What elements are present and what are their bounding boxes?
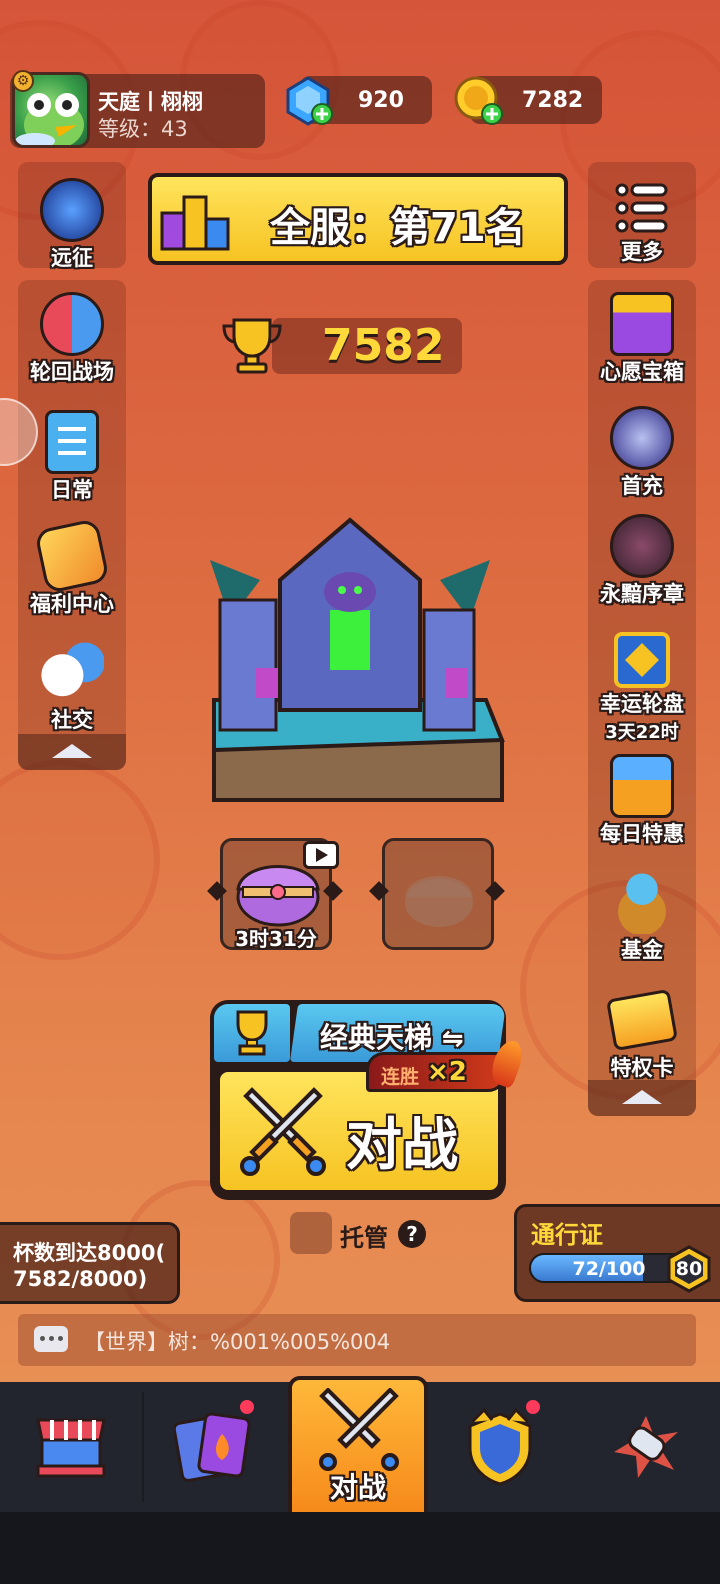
event-icon: [614, 1416, 678, 1478]
battle-faces-icon: [40, 292, 104, 356]
video-ad-icon[interactable]: [303, 841, 339, 869]
cat-mask-icon: [610, 406, 674, 470]
pass-level-value: 80: [675, 1258, 703, 1280]
left-menu-label: 社交: [51, 708, 93, 732]
left-menu-label: 轮回战场: [30, 360, 114, 384]
server-rank-banner[interactable]: 全服：第71名: [148, 173, 568, 265]
task-line-1: 杯数到达8000(: [13, 1241, 166, 1265]
nav-shop[interactable]: [0, 1382, 142, 1512]
nav-battle-label: 对战: [329, 1471, 386, 1504]
cards-notification-dot: [240, 1400, 254, 1414]
battle-pass-panel[interactable]: 通行证 72/100 80: [514, 1204, 720, 1302]
nav-battle[interactable]: 对战: [288, 1376, 428, 1516]
left-menu-welfare[interactable]: 福利中心: [18, 518, 126, 618]
gems-value: 920: [358, 88, 404, 113]
nav-clan[interactable]: [430, 1382, 572, 1512]
trophy-icon: [222, 318, 282, 374]
wish-chest-icon: [610, 292, 674, 356]
level-value: 43: [161, 117, 188, 141]
clan-notification-dot: [526, 1400, 540, 1414]
left-menu-social[interactable]: 社交: [18, 640, 126, 734]
right-menu-privilege[interactable]: 特权卡: [588, 988, 696, 1082]
mode-label: 经典天梯 ⇋: [320, 1016, 464, 1056]
player-name: 天庭丨栩栩: [98, 90, 203, 114]
chest-timer: 3时31分: [235, 927, 317, 951]
gift-fire-icon: [34, 518, 110, 594]
right-menu-more[interactable]: 更多: [588, 180, 696, 266]
chat-faces-icon: [40, 640, 104, 704]
ladder-trophy-tab: [214, 1004, 290, 1062]
player-level: 等级：43: [98, 113, 188, 143]
right-menu-label: 特权卡: [610, 1056, 674, 1080]
boar-icon: [610, 514, 674, 578]
trophy-task-panel[interactable]: 杯数到达8000( 7582/8000): [0, 1222, 180, 1304]
right-menu-label: 更多: [621, 240, 663, 264]
money-bag-icon: [610, 870, 674, 934]
pass-label: 通行证: [531, 1221, 603, 1249]
streak-label: 连胜: [381, 1066, 420, 1088]
right-menu-label: 基金: [621, 938, 663, 962]
left-menu-label: 日常: [51, 478, 93, 502]
task-line-2: 7582/8000): [13, 1267, 148, 1291]
right-menu-label: 首充: [621, 474, 663, 498]
system-nav-strip: [0, 1512, 720, 1584]
level-label: 等级：: [98, 117, 161, 141]
arena-scene[interactable]: [190, 500, 510, 810]
left-menu-label: 福利中心: [30, 592, 114, 616]
nav-cards[interactable]: [144, 1382, 286, 1512]
chest-slot-1[interactable]: 3时31分: [220, 838, 339, 951]
auto-label: 托管: [340, 1224, 388, 1252]
win-streak-badge: 连胜 ×2: [366, 1052, 506, 1092]
left-menu-battlefield[interactable]: 轮回战场: [18, 292, 126, 386]
privilege-card-icon: [605, 988, 679, 1052]
streak-multiplier: ×2: [427, 1057, 467, 1087]
lucky-wheel-timer: 3天22时: [605, 722, 679, 743]
right-menu-label: 幸运轮盘: [600, 692, 684, 716]
clipboard-icon: [45, 410, 99, 474]
chat-bubble-icon: [34, 1326, 68, 1352]
chat-message: 【世界】树：%001%005%004: [84, 1330, 391, 1354]
right-menu-lucky-wheel[interactable]: 幸运轮盘 3天22时: [588, 632, 696, 744]
ladder-trophy-icon: [236, 1010, 268, 1056]
right-menu-wish-chest[interactable]: 心愿宝箱: [588, 292, 696, 386]
gem-plus-icon[interactable]: [282, 74, 334, 126]
daily-gift-icon: [610, 754, 674, 818]
sword-shield-icon: [40, 178, 104, 242]
battle-label: 对战: [346, 1113, 458, 1178]
settings-gear-icon[interactable]: ⚙: [12, 70, 34, 92]
right-menu-daily-deal[interactable]: 每日特惠: [588, 754, 696, 848]
server-rank-text: 全服：第71名: [270, 205, 526, 251]
pass-level-badge: 80: [665, 1245, 713, 1293]
haunted-castle-arena-icon: [210, 517, 505, 802]
right-menu-fund[interactable]: 基金: [588, 870, 696, 964]
auto-checkbox[interactable]: [290, 1212, 332, 1254]
coins-value: 7282: [522, 88, 584, 113]
right-menu-first-charge[interactable]: 首充: [588, 406, 696, 500]
chest-slot-2[interactable]: [382, 838, 494, 950]
right-menu-label: 每日特惠: [600, 822, 684, 846]
mode-swap-icon: ⇋: [441, 1024, 464, 1054]
empty-chest-silhouette-icon: [405, 876, 473, 927]
right-collapse-arrow-icon[interactable]: [588, 1080, 696, 1116]
podium-icon: [160, 195, 230, 251]
coin-plus-icon[interactable]: [452, 74, 504, 126]
clan-shield-icon: [468, 1408, 532, 1486]
nav-event[interactable]: [574, 1382, 720, 1512]
left-collapse-arrow-icon[interactable]: [18, 734, 126, 770]
menu-list-icon: [614, 180, 670, 236]
crossed-swords-icon: [240, 1087, 326, 1176]
battle-swords-icon: [319, 1388, 399, 1471]
world-chat-bar[interactable]: 【世界】树：%001%005%004: [18, 1314, 696, 1366]
shop-icon: [36, 1418, 106, 1478]
lucky-wheel-icon: [614, 632, 670, 688]
left-menu-label: 远征: [51, 246, 93, 270]
right-menu-label: 心愿宝箱: [600, 360, 684, 384]
mode-name: 经典天梯: [320, 1021, 433, 1054]
right-menu-label: 永黯序章: [600, 582, 684, 606]
left-menu-expedition[interactable]: 远征: [18, 178, 126, 272]
help-icon[interactable]: ?: [398, 1220, 426, 1248]
cards-icon: [174, 1412, 251, 1482]
trophy-value: 7582: [322, 320, 445, 371]
right-menu-prologue[interactable]: 永黯序章: [588, 514, 696, 608]
